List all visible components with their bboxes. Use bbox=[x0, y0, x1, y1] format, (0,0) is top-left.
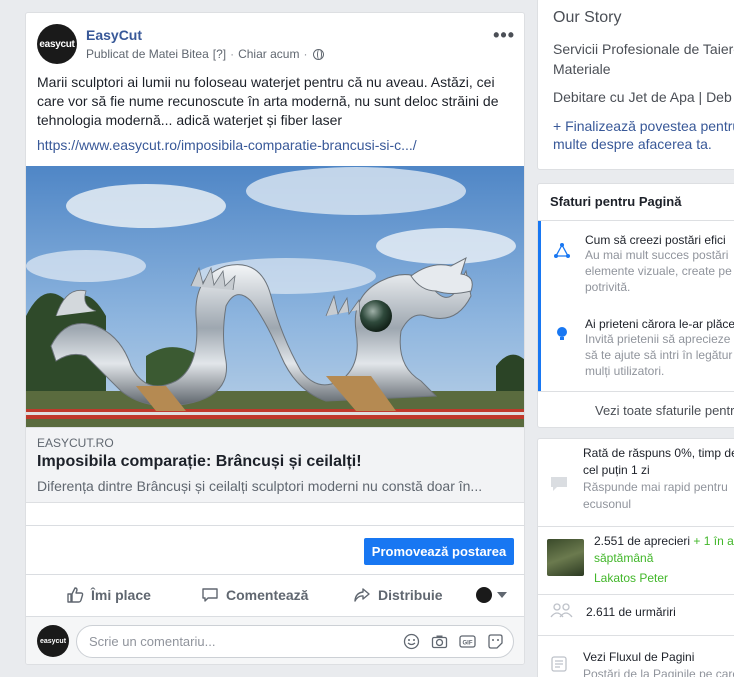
page-mini-avatar bbox=[476, 587, 492, 603]
divider bbox=[538, 220, 734, 221]
post-header: easycut EasyCut Publicat de Matei Bitea … bbox=[37, 24, 515, 66]
chat-bubble-icon bbox=[551, 477, 567, 491]
liker-name[interactable]: Lakatos Peter bbox=[594, 570, 668, 587]
sticker-icon[interactable] bbox=[487, 633, 504, 650]
share-button[interactable]: Distribuie bbox=[353, 575, 443, 615]
comment-button[interactable]: Comentează bbox=[201, 575, 308, 615]
divider bbox=[538, 594, 734, 595]
tip-desc: Invită prietenii să aprecieze bbox=[585, 332, 731, 346]
response-tip-line2: ecusonul bbox=[583, 497, 632, 511]
comment-label: Comentează bbox=[226, 587, 309, 603]
post-link[interactable]: https://www.easycut.ro/imposibila-compar… bbox=[37, 137, 417, 153]
post-image[interactable] bbox=[26, 166, 524, 427]
camera-icon[interactable] bbox=[431, 633, 448, 650]
help-marker[interactable]: [?] bbox=[213, 47, 226, 61]
our-story-card: Our Story Servicii Profesionale de Taier… bbox=[537, 0, 734, 170]
thumbs-up-icon bbox=[67, 587, 84, 603]
follows-count: 2.611 de urmăriri bbox=[586, 605, 676, 619]
story-line-2: Debitare cu Jet de Apa | Deb bbox=[553, 89, 732, 105]
post-body: Marii sculptori ai lumii nu foloseau wat… bbox=[37, 74, 499, 128]
tip-title: Ai prieteni cărora le-ar plăce bbox=[585, 317, 734, 331]
post-actions: Îmi place Comentează Distribuie bbox=[26, 575, 524, 615]
tip-selection-indicator bbox=[538, 221, 541, 391]
like-label: Îmi place bbox=[91, 587, 151, 603]
likes-count: 2.551 de aprecieri bbox=[594, 534, 691, 548]
link-description: Diferența dintre Brâncuși și ceilalți sc… bbox=[37, 478, 483, 494]
meta-separator: · bbox=[230, 47, 235, 61]
comment-composer: easycut GIF bbox=[26, 616, 524, 664]
commenter-avatar: easycut bbox=[37, 625, 69, 657]
finish-story-link[interactable]: + Finalizează povestea pentru multe desp… bbox=[553, 117, 734, 153]
comment-tools: GIF bbox=[403, 633, 504, 650]
feed-title: Vezi Fluxul de Pagini bbox=[583, 650, 695, 664]
emoji-icon[interactable] bbox=[403, 633, 420, 650]
page-name-link[interactable]: EasyCut bbox=[86, 27, 142, 43]
likes-count-line: 2.551 de aprecieri + 1 în a bbox=[594, 533, 734, 550]
page-stats-card: Rată de răspuns 0%, timp de cel puțin 1 … bbox=[537, 438, 734, 677]
lightbulb-icon bbox=[557, 327, 567, 340]
avatar-logo-text: easycut bbox=[39, 38, 75, 50]
tip-item-invite[interactable]: Ai prieteni cărora le-ar plăce Invită pr… bbox=[585, 317, 734, 379]
promote-post-button[interactable]: Promovează postarea bbox=[364, 538, 514, 565]
link-title[interactable]: Imposibila comparație: Brâncuși și ceila… bbox=[37, 453, 362, 471]
chevron-down-icon bbox=[497, 592, 507, 598]
post-as-selector[interactable] bbox=[476, 587, 507, 603]
tip-desc: Au mai mult succes postări bbox=[585, 248, 729, 262]
tip-desc: elemente vizuale, create pe bbox=[585, 264, 732, 278]
story-title: Our Story bbox=[553, 9, 622, 26]
share-nodes-icon bbox=[554, 243, 570, 258]
story-line-1: Servicii Profesionale de Taiere Material… bbox=[553, 41, 734, 77]
svg-text:GIF: GIF bbox=[463, 641, 473, 647]
followers-icon bbox=[550, 603, 573, 618]
meta-separator-2: · bbox=[303, 47, 308, 61]
response-tip-line1: Răspunde mai rapid pentru bbox=[583, 480, 728, 494]
comment-icon bbox=[202, 588, 218, 602]
divider bbox=[26, 525, 524, 526]
published-by[interactable]: Publicat de Matei Bitea bbox=[86, 47, 209, 61]
page-tips-card: Sfaturi pentru Pagină Cum să creezi post… bbox=[537, 183, 734, 428]
post-card: easycut EasyCut Publicat de Matei Bitea … bbox=[25, 12, 525, 665]
divider bbox=[538, 635, 734, 636]
share-label: Distribuie bbox=[378, 587, 443, 603]
response-rate-line1: Rată de răspuns 0%, timp de bbox=[583, 446, 734, 460]
share-arrow-icon bbox=[354, 588, 370, 602]
tips-title: Sfaturi pentru Pagină bbox=[550, 194, 682, 209]
response-rate-line2: cel puțin 1 zi bbox=[583, 463, 650, 477]
tip-title: Cum să creezi postări efici bbox=[585, 233, 726, 247]
link-preview[interactable]: EASYCUT.RO Imposibila comparație: Brâncu… bbox=[26, 427, 524, 503]
post-time[interactable]: Chiar acum bbox=[238, 47, 299, 61]
liker-photo[interactable] bbox=[547, 539, 584, 576]
tip-desc: să te ajute să intri în legătur bbox=[585, 348, 733, 362]
see-all-tips-link[interactable]: Vezi toate sfaturile pentru bbox=[595, 403, 734, 418]
like-button[interactable]: Îmi place bbox=[66, 575, 151, 615]
link-domain: EASYCUT.RO bbox=[37, 436, 114, 450]
likes-delta: + 1 în a bbox=[693, 534, 734, 548]
more-options-icon[interactable]: ••• bbox=[493, 26, 515, 44]
likes-period: săptămână bbox=[594, 551, 654, 565]
feed-subtitle: Postări de la Paginile pe care bbox=[583, 667, 734, 677]
gif-icon[interactable]: GIF bbox=[459, 633, 476, 650]
divider bbox=[538, 391, 734, 392]
divider bbox=[538, 526, 734, 527]
tip-desc: mulți utilizatori. bbox=[585, 364, 665, 378]
post-meta: Publicat de Matei Bitea [?] · Chiar acum… bbox=[86, 47, 325, 61]
globe-icon[interactable] bbox=[313, 48, 325, 60]
tip-item-posts[interactable]: Cum să creezi postări efici Au mai mult … bbox=[585, 233, 734, 295]
feed-icon bbox=[551, 656, 567, 672]
tip-desc: potrivită. bbox=[585, 280, 631, 294]
dragon-sculpture-photo bbox=[26, 166, 524, 427]
page-avatar[interactable]: easycut bbox=[37, 24, 77, 64]
